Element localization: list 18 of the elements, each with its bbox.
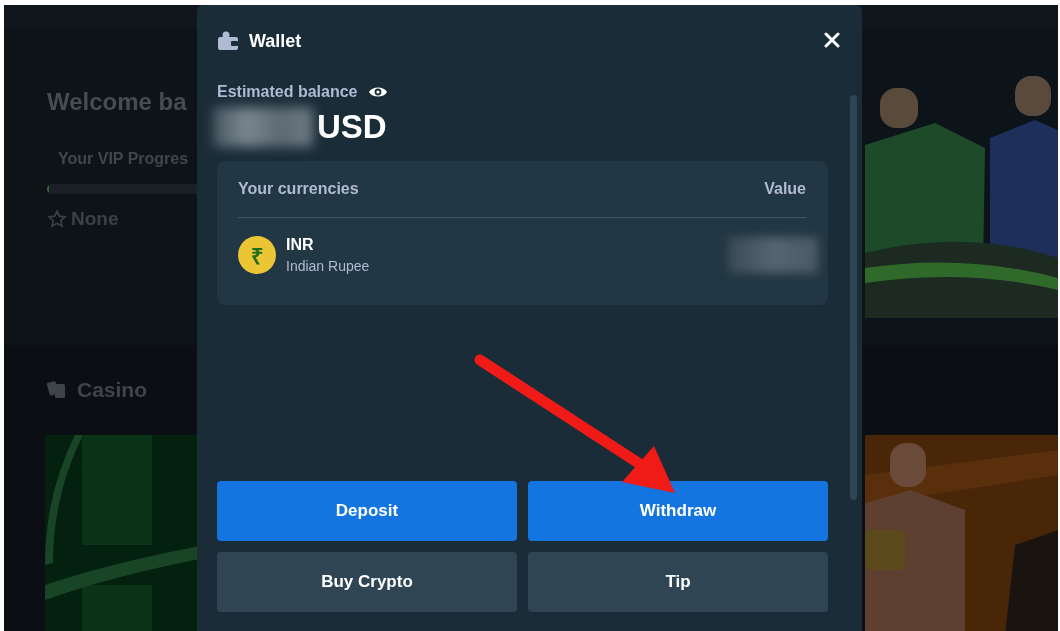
- action-button[interactable]: Buy Crypto: [217, 552, 517, 612]
- dialog-title: Wallet: [249, 30, 302, 52]
- rupee-coin-icon: ₹: [238, 236, 276, 274]
- action-button[interactable]: Withdraw: [528, 481, 828, 541]
- action-button[interactable]: Deposit: [217, 481, 517, 541]
- scrollbar[interactable]: [850, 95, 857, 500]
- currency-code: INR: [286, 236, 315, 254]
- column-header: Value: [764, 180, 806, 198]
- column-header: Your currencies: [238, 180, 359, 198]
- star-icon: [47, 209, 67, 229]
- currency-name: Indian Rupee: [286, 258, 370, 274]
- balance-label: Estimated balance: [217, 83, 358, 101]
- action-button[interactable]: Tip: [528, 552, 828, 612]
- welcome-heading: Welcome ba: [47, 88, 188, 116]
- wallet-icon: [217, 31, 239, 51]
- eye-icon[interactable]: [367, 85, 388, 99]
- cards-icon: [47, 380, 67, 400]
- balance-currency: USD: [317, 108, 387, 146]
